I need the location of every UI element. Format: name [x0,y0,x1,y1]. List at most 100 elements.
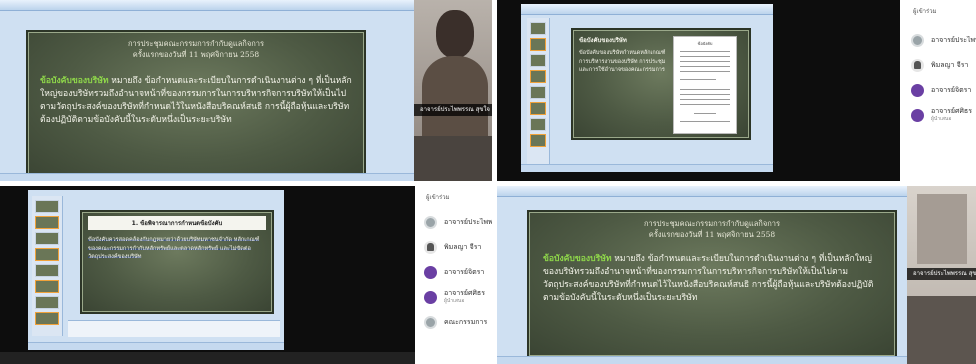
participant-item[interactable]: พิมลญา จีรา [424,239,492,255]
slide-thumbnail[interactable] [530,22,546,35]
document-line [680,121,730,122]
avatar [424,315,437,329]
slide-thumbnail[interactable] [35,232,59,245]
slide-thumbnail[interactable] [35,216,59,229]
slide-thumbnail[interactable] [530,70,546,83]
camera-name-label: อาจารย์ประไพพรรณ สุขใจ [414,104,492,116]
avatar [911,108,924,122]
slide-title-line-1: การประชุมคณะกรรมการกำกับดูแลกิจการ [643,219,781,228]
document-line [680,89,730,90]
slide-thumbnail[interactable] [530,118,546,131]
avatar [911,83,924,97]
document-line [680,66,730,67]
document-heading: ข้อบังคับ [697,41,713,46]
participant-name: อาจารย์ประไพพรรณ [444,218,492,226]
slide-body-highlight: ข้อบังคับของบริษัท [40,75,109,86]
slide-thumbnail[interactable] [530,102,546,115]
participants-panel-top: ผู้เข้าร่วม อาจารย์ประไพพรรณ พิมลญา จีรา… [905,0,976,181]
slide-preview: ข้อบังคับของบริษัท ข้อบังคับของบริษัทกำห… [571,28,751,140]
slide-thumbnail[interactable] [35,200,59,213]
document-line [680,94,730,95]
taskbar[interactable] [0,352,415,364]
slide-thumbnail[interactable] [530,134,546,147]
participant-name-text: อาจารย์ศศิธร [931,107,972,115]
participant-name: คณะกรรมการ [444,318,488,326]
slide-title-line-2: ครั้งแรกของวันที่ 11 พฤศจิกายน 2558 [132,50,260,60]
status-bar [28,342,284,350]
slide-thumbnails[interactable] [32,196,63,336]
participants-panel-bottom: ผู้เข้าร่วม อาจารย์ประไพพรรณ พิมลญา จีรา… [418,186,492,364]
slide-body: ข้อบังคับของบริษัทกำหนดหลักเกณฑ์การบริหา… [579,50,666,74]
slide-body: ข้อบังคับควรสอดคล้องกับกฎหมายว่าด้วยบริษ… [88,236,266,262]
slide-body-text: ข้อบังคับควรสอดคล้องกับกฎหมายว่าด้วยบริษ… [88,237,260,261]
slide-thumbnail[interactable] [35,296,59,309]
slide-thumbnail[interactable] [35,264,59,277]
slide-title: การประชุมคณะกรรมการกำกับดูแลกิจการ ครั้ง… [543,218,881,241]
slide-thumbnail[interactable] [35,248,59,261]
slide-preview: การประชุมคณะกรรมการกำกับดูแลกิจการ ครั้ง… [527,210,897,358]
document-line [680,51,730,52]
avatar [911,33,924,47]
person-silhouette [436,10,474,58]
participant-name: อาจารย์จิตรา [931,86,972,94]
participant-name: อาจารย์ศศิธร ผู้นำเสนอ [444,289,485,305]
document-line [680,61,730,62]
avatar [424,240,437,254]
avatar [424,265,437,279]
slide-title-line-1: การประชุมคณะกรรมการกำกับดูแลกิจการ [127,39,265,48]
document-line [680,71,730,72]
participant-name: อาจารย์ประไพพรรณ [931,36,976,44]
slide-preview: 1. ข้อพิจารณาการกำหนดข้อบังคับ ข้อบังคับ… [80,210,274,314]
participant-item[interactable]: คณะกรรมการ [424,314,492,330]
slide-thumbnails[interactable] [527,18,550,164]
webcam-feed: อาจารย์ประไพพรรณ สุขใจ [907,186,976,364]
document-page: ข้อบังคับ [673,36,737,134]
participant-item[interactable]: อาจารย์ประไพพรรณ [911,32,976,48]
camera-name-label: อาจารย์ประไพพรรณ สุขใจ [907,268,976,280]
participant-name: พิมลญา จีรา [931,61,969,69]
screenshot-panel-1: การประชุมคณะกรรมการกำกับดูแลกิจการ ครั้ง… [0,0,492,181]
status-bar [521,164,773,172]
room-wall [917,194,967,264]
webcam-feed: อาจารย์ประไพพรรณ สุขใจ [414,0,492,181]
avatar [424,215,437,229]
participant-name: อาจารย์ศศิธร ผู้นำเสนอ [931,107,972,123]
participant-name: อาจารย์จิตรา [444,268,485,276]
ppt-window: ข้อบังคับของบริษัท ข้อบังคับของบริษัทกำห… [521,4,773,172]
participants-header: ผู้เข้าร่วม [913,8,937,15]
screenshot-panel-4: การประชุมคณะกรรมการกำกับดูแลกิจการ ครั้ง… [497,186,976,364]
slide-thumbnail[interactable] [35,312,59,325]
document-line [680,104,730,105]
participant-item[interactable]: อาจารย์จิตรา [911,82,976,98]
participant-item[interactable]: อาจารย์ศศิธร ผู้นำเสนอ [911,107,976,123]
participant-name: พิมลญา จีรา [444,243,482,251]
slide-thumbnail[interactable] [530,54,546,67]
status-bar [497,356,976,364]
avatar [424,290,437,304]
slide-title: การประชุมคณะกรรมการกำกับดูแลกิจการ ครั้ง… [40,38,352,61]
slide-title-line-2: ครั้งแรกของวันที่ 11 พฤศจิกายน 2558 [648,230,776,240]
document-line [694,113,716,114]
ribbon-toolbar[interactable] [521,4,773,15]
participant-item[interactable]: อาจารย์ประไพพรรณ [424,214,492,230]
document-line [680,56,730,57]
participant-item[interactable]: อาจารย์ศศิธร ผู้นำเสนอ [424,289,492,305]
slide-title: 1. ข้อพิจารณาการกำหนดข้อบังคับ [88,216,266,230]
slide-thumbnail[interactable] [530,38,546,51]
slide-thumbnail[interactable] [35,280,59,293]
person-body [422,56,488,136]
participant-item[interactable]: อาจารย์จิตรา [424,264,492,280]
avatar [911,58,924,72]
screenshot-panel-2: ข้อบังคับของบริษัท ข้อบังคับของบริษัทกำห… [497,0,900,181]
participant-item[interactable]: พิมลญา จีรา [911,57,976,73]
slide-preview: การประชุมคณะกรรมการกำกับดูแลกิจการ ครั้ง… [26,30,366,181]
participant-role: ผู้นำเสนอ [444,298,465,304]
slide-body-highlight: ข้อบังคับของบริษัท [543,253,612,264]
slide-thumbnail[interactable] [530,86,546,99]
screenshot-panel-3: 1. ข้อพิจารณาการกำหนดข้อบังคับ ข้อบังคับ… [0,186,415,364]
ribbon-toolbar[interactable] [497,186,976,197]
room-shelf [414,136,492,181]
document-line [680,79,716,80]
document-line [680,99,730,100]
notes-pane[interactable] [68,320,280,337]
